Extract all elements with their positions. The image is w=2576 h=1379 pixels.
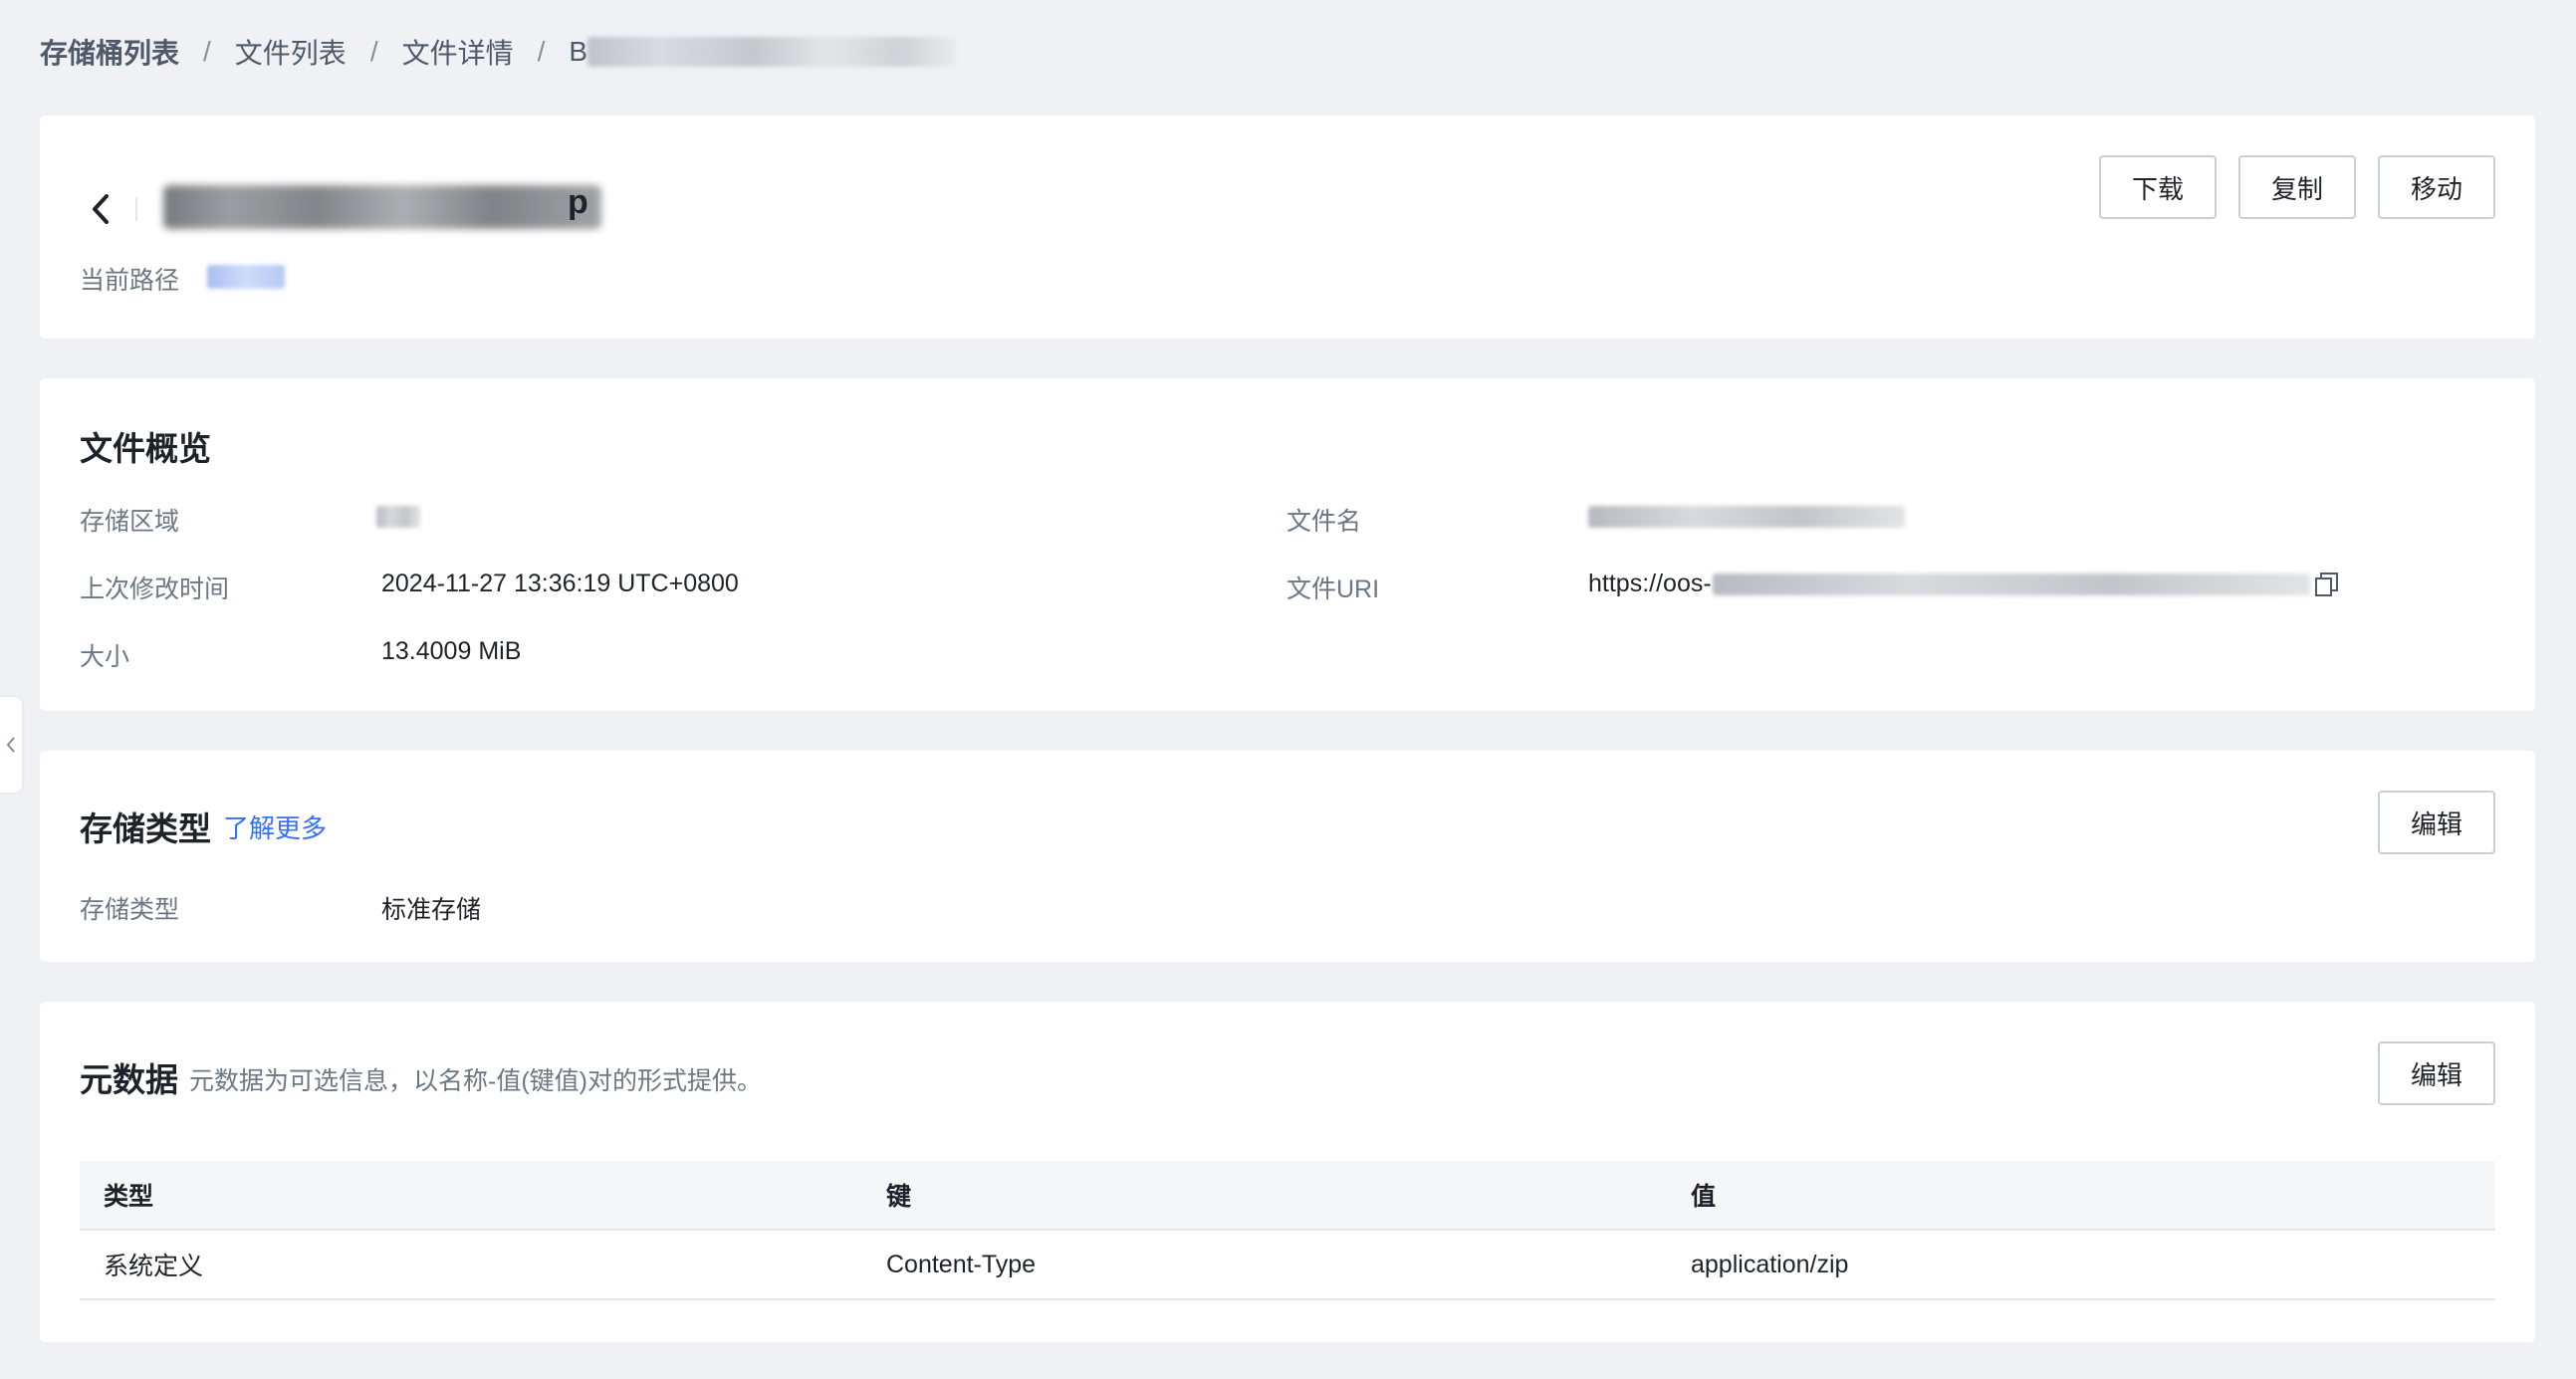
breadcrumb-current-prefix: B <box>569 36 588 67</box>
breadcrumb: 存储桶列表 / 文件列表 / 文件详情 / B <box>40 30 957 74</box>
metadata-table: 类型 键 值 系统定义 Content-Type application/zip <box>80 1161 2495 1300</box>
file-title-redacted <box>163 185 601 229</box>
file-overview-card: 文件概览 存储区域 上次修改时间 2024-11-27 13:36:19 UTC… <box>40 378 2535 711</box>
learn-more-link[interactable]: 了解更多 <box>223 808 327 845</box>
file-uri-redacted <box>1713 574 2310 595</box>
column-header-type: 类型 <box>104 1183 154 1211</box>
copy-uri-icon[interactable] <box>2312 570 2342 599</box>
current-path-label: 当前路径 <box>80 267 180 295</box>
table-row: 系统定义 Content-Type application/zip <box>80 1231 2495 1300</box>
storage-type-card: 存储类型 了解更多 编辑 存储类型 标准存储 <box>40 751 2535 962</box>
metadata-card: 元数据 元数据为可选信息，以名称-值(键值)对的形式提供。 编辑 类型 键 值 … <box>40 1002 2535 1342</box>
copy-button[interactable]: 复制 <box>2238 155 2356 219</box>
storage-type-label: 存储类型 <box>80 896 180 924</box>
filename-label: 文件名 <box>1287 508 1362 536</box>
breadcrumb-file-detail[interactable]: 文件详情 <box>402 32 514 72</box>
metadata-description: 元数据为可选信息，以名称-值(键值)对的形式提供。 <box>189 1067 762 1095</box>
overview-title: 文件概览 <box>80 430 211 467</box>
breadcrumb-separator: / <box>369 36 378 67</box>
breadcrumb-current-file-redacted <box>587 37 957 67</box>
breadcrumb-bucket-list[interactable]: 存储桶列表 <box>40 32 179 72</box>
download-button[interactable]: 下载 <box>2099 155 2217 219</box>
move-button[interactable]: 移动 <box>2378 155 2495 219</box>
storage-type-value: 标准存储 <box>381 896 482 924</box>
filename-value-redacted <box>1588 506 1905 528</box>
size-value: 13.4009 MiB <box>381 637 522 665</box>
breadcrumb-separator: / <box>203 36 211 67</box>
column-header-value: 值 <box>1691 1183 1717 1211</box>
file-uri-label: 文件URI <box>1287 575 1380 603</box>
size-label: 大小 <box>80 643 130 671</box>
cell-type: 系统定义 <box>104 1253 204 1280</box>
breadcrumb-separator: / <box>537 36 546 67</box>
sidebar-expand-tab[interactable] <box>0 697 22 793</box>
modified-time-label: 上次修改时间 <box>80 575 230 603</box>
file-detail-page: 存储桶列表 / 文件列表 / 文件详情 / B p 当前路径 下载 复制 移动 … <box>0 0 2576 1379</box>
cell-key: Content-Type <box>886 1250 1037 1278</box>
file-title: p <box>568 183 588 221</box>
modified-time-value: 2024-11-27 13:36:19 UTC+0800 <box>381 570 739 597</box>
region-value-redacted <box>376 506 420 528</box>
file-uri-prefix: https://oos- <box>1588 570 1712 597</box>
region-label: 存储区域 <box>80 508 180 536</box>
chevron-left-icon <box>6 737 15 753</box>
back-arrow-icon[interactable] <box>80 179 123 239</box>
current-path-link-redacted[interactable] <box>207 265 285 289</box>
file-header-card: p 当前路径 下载 复制 移动 <box>40 115 2535 339</box>
breadcrumb-file-list[interactable]: 文件列表 <box>235 32 347 72</box>
title-divider <box>135 197 137 221</box>
table-header: 类型 键 值 <box>80 1161 2495 1231</box>
metadata-edit-button[interactable]: 编辑 <box>2378 1041 2495 1105</box>
storage-edit-button[interactable]: 编辑 <box>2378 791 2495 854</box>
cell-value: application/zip <box>1691 1250 1849 1278</box>
metadata-title: 元数据 <box>80 1061 178 1098</box>
storage-type-title: 存储类型 <box>80 810 211 847</box>
column-header-key: 键 <box>886 1183 912 1211</box>
